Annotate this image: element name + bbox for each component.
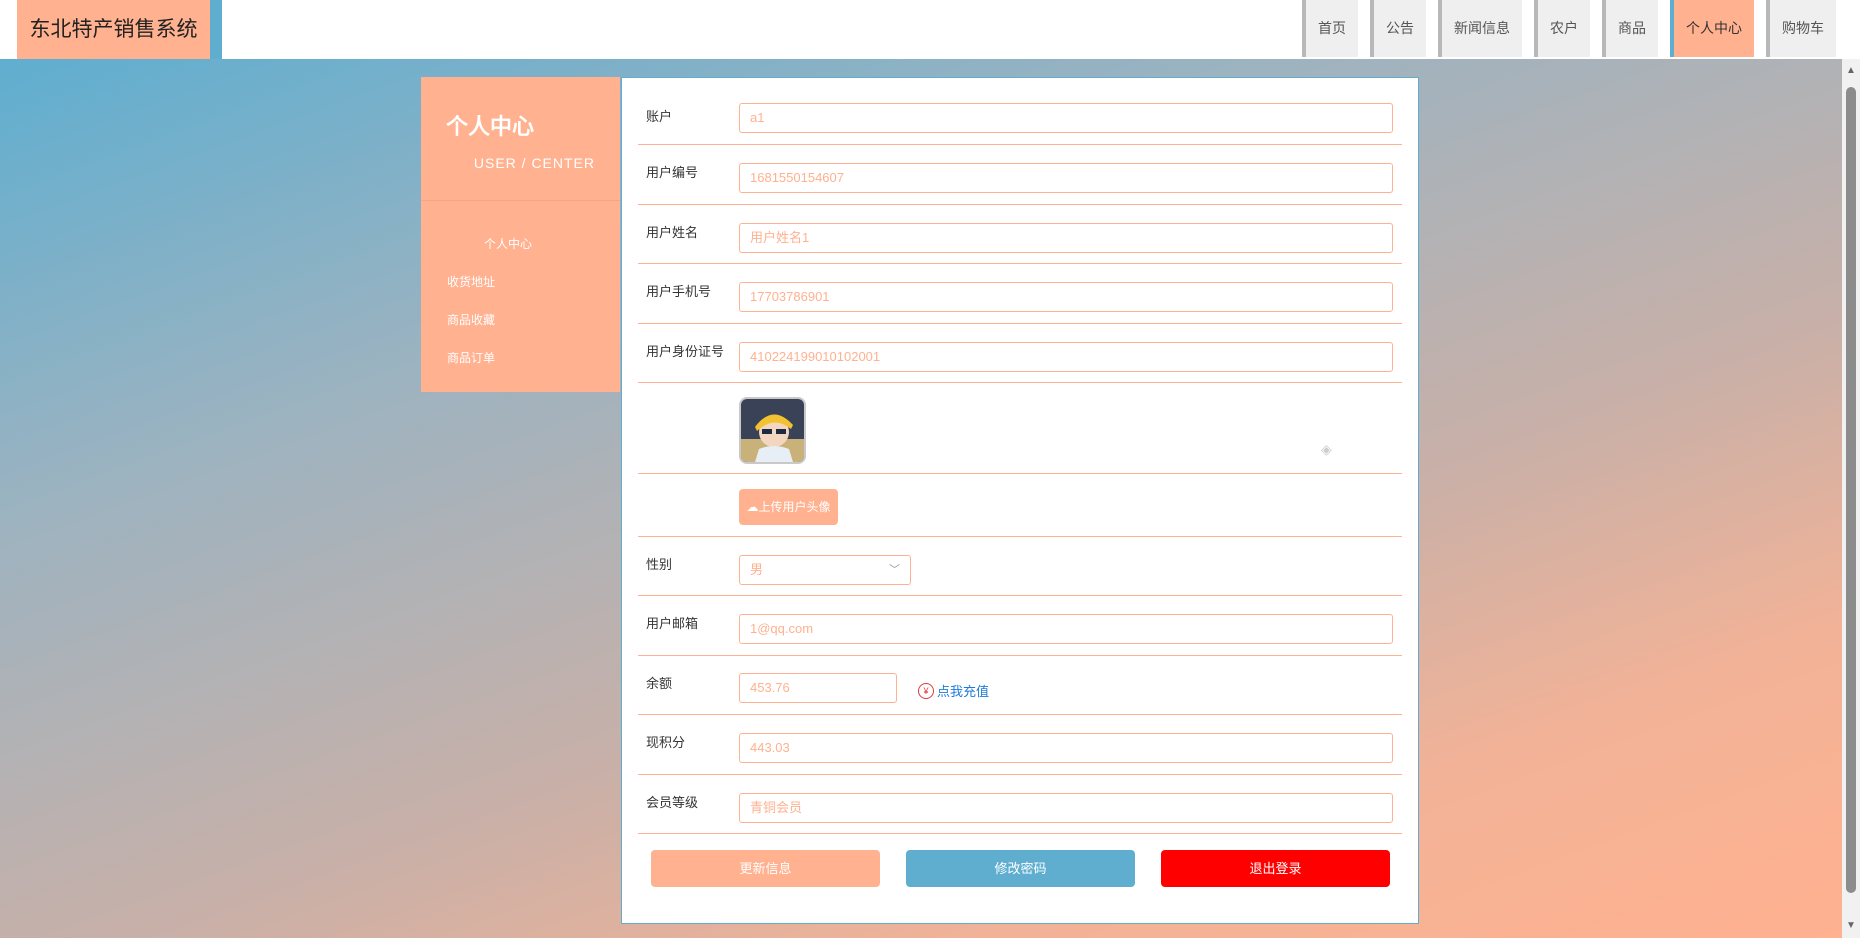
form-row-points: 现积分 443.03 — [638, 714, 1402, 775]
nav-farmer[interactable]: 农户 — [1534, 0, 1590, 57]
brand-accent-bar — [210, 0, 222, 59]
account-label: 账户 — [646, 109, 673, 124]
form-row-idcard: 用户身份证号 410224199010102001 — [638, 323, 1402, 383]
gender-select[interactable]: 男 ﹀ — [739, 555, 911, 585]
scroll-down-arrow-icon[interactable]: ▼ — [1842, 918, 1860, 934]
form-row-email: 用户邮箱 1@qq.com — [638, 595, 1402, 656]
change-password-button[interactable]: 修改密码 — [906, 850, 1135, 887]
account-field[interactable]: a1 — [739, 103, 1393, 133]
nav-user-center[interactable]: 个人中心 — [1670, 0, 1754, 57]
form-row-name: 用户姓名 用户姓名1 — [638, 204, 1402, 264]
nav-goods[interactable]: 商品 — [1602, 0, 1658, 57]
recharge-label: 点我充值 — [937, 684, 990, 699]
form-row-balance: 余额 453.76 ¥ 点我充值 — [638, 655, 1402, 715]
top-header: 东北特产销售系统 首页 公告 新闻信息 农户 商品 个人中心 购物车 — [0, 0, 1860, 59]
gender-value: 男 — [750, 562, 764, 577]
userno-label: 用户编号 — [646, 165, 699, 180]
sidebar-subtitle: USER / CENTER — [473, 155, 595, 171]
points-field[interactable]: 443.03 — [739, 733, 1393, 763]
form-row-userno: 用户编号 1681550154607 — [638, 144, 1402, 205]
upload-avatar-label: 上传用户头像 — [758, 500, 831, 514]
level-label: 会员等级 — [646, 795, 699, 810]
logout-button[interactable]: 退出登录 — [1161, 850, 1390, 887]
form-row-phone: 用户手机号 17703786901 — [638, 263, 1402, 324]
scroll-thumb[interactable] — [1846, 87, 1856, 893]
sidebar-item-address[interactable]: 收货地址 — [421, 263, 620, 301]
sidebar-item-user-center[interactable]: 个人中心 — [421, 225, 620, 263]
phone-field[interactable]: 17703786901 — [739, 282, 1393, 312]
form-row-gender: 性别 男 ﹀ — [638, 536, 1402, 596]
top-nav: 首页 公告 新闻信息 农户 商品 个人中心 购物车 — [1290, 0, 1836, 59]
gender-label: 性别 — [646, 557, 673, 572]
sidebar-item-favorites[interactable]: 商品收藏 — [421, 301, 620, 339]
sidebar-divider — [421, 200, 620, 201]
nav-home[interactable]: 首页 — [1302, 0, 1358, 57]
sidebar-item-orders[interactable]: 商品订单 — [421, 339, 620, 377]
form-row-level: 会员等级 青铜会员 — [638, 774, 1402, 834]
upload-avatar-button[interactable]: ☁上传用户头像 — [739, 489, 838, 525]
cloud-upload-icon: ☁ — [746, 500, 759, 514]
userno-field[interactable]: 1681550154607 — [739, 163, 1393, 193]
page-scrollbar[interactable]: ▲ ▼ — [1842, 59, 1860, 938]
name-label: 用户姓名 — [646, 225, 699, 240]
nav-notice[interactable]: 公告 — [1370, 0, 1426, 57]
level-field[interactable]: 青铜会员 — [739, 793, 1393, 823]
user-center-sidebar: 个人中心 USER / CENTER 个人中心 收货地址 商品收藏 商品订单 — [421, 77, 620, 392]
points-label: 现积分 — [646, 735, 686, 750]
balance-field[interactable]: 453.76 — [739, 673, 897, 703]
balance-label: 余额 — [646, 676, 673, 691]
form-row-upload: ☁上传用户头像 — [638, 473, 1402, 537]
sidebar-title: 个人中心 — [446, 114, 535, 139]
scroll-up-arrow-icon[interactable]: ▲ — [1842, 63, 1860, 79]
nav-news[interactable]: 新闻信息 — [1438, 0, 1522, 57]
form-row-account: 账户 a1 — [638, 78, 1402, 145]
idcard-label: 用户身份证号 — [646, 344, 725, 359]
phone-label: 用户手机号 — [646, 284, 712, 299]
eye-icon: ◈ — [1321, 441, 1332, 457]
recharge-link[interactable]: ¥ 点我充值 — [918, 681, 989, 700]
profile-form-panel: 账户 a1 用户编号 1681550154607 用户姓名 用户姓名1 用户手机… — [621, 77, 1419, 924]
update-info-button[interactable]: 更新信息 — [651, 850, 880, 887]
brand-title: 东北特产销售系统 — [17, 0, 210, 59]
nav-cart[interactable]: 购物车 — [1766, 0, 1836, 57]
email-label: 用户邮箱 — [646, 616, 699, 631]
idcard-field[interactable]: 410224199010102001 — [739, 342, 1393, 372]
chevron-down-icon: ﹀ — [889, 564, 900, 576]
user-avatar — [739, 397, 806, 464]
form-row-avatar: ◈ — [638, 382, 1402, 474]
email-field[interactable]: 1@qq.com — [739, 614, 1393, 644]
name-field[interactable]: 用户姓名1 — [739, 223, 1393, 253]
yuan-coin-icon: ¥ — [918, 682, 934, 699]
sidebar-menu: 个人中心 收货地址 商品收藏 商品订单 — [421, 225, 620, 377]
